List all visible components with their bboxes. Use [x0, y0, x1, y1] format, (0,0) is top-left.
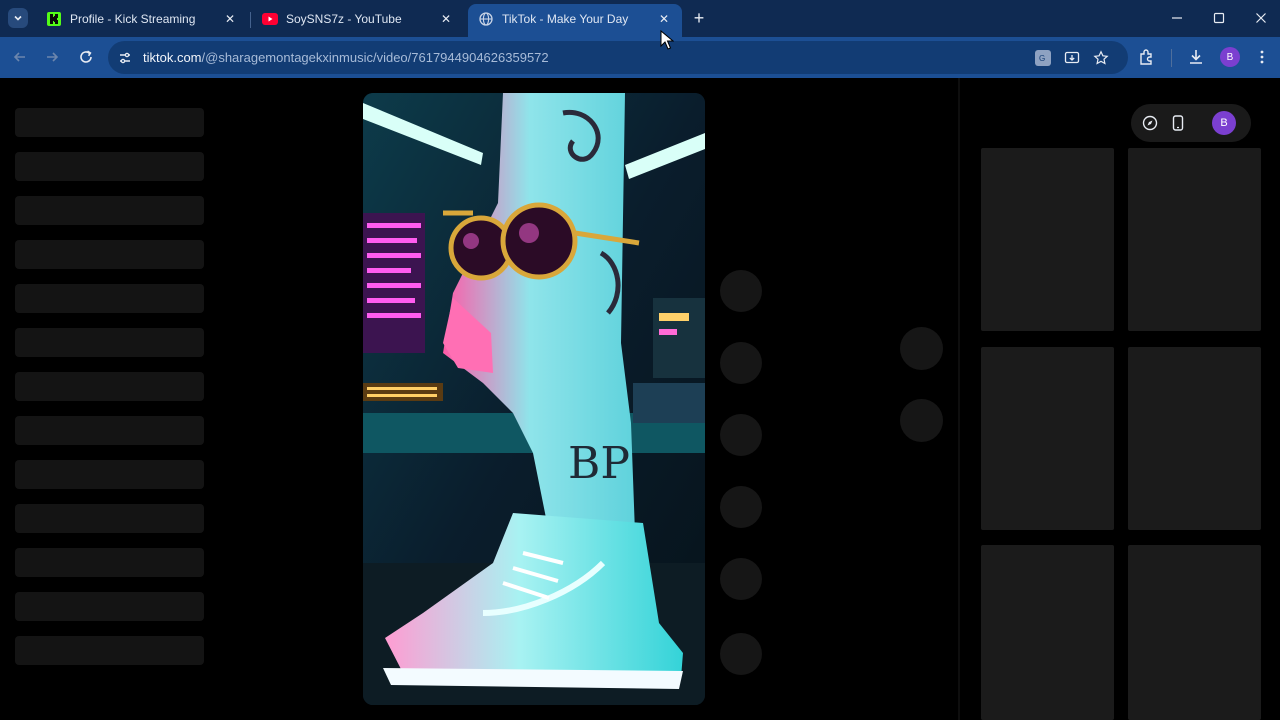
profile-avatar[interactable]: B — [1220, 47, 1240, 67]
url-path: /@sharagemontagekxinmusic/video/76179449… — [201, 50, 549, 65]
arrow-left-icon — [13, 52, 25, 62]
compass-icon[interactable] — [1141, 114, 1159, 132]
kick-icon — [46, 11, 62, 27]
sidebar-skeleton-item — [15, 328, 204, 357]
svg-text:BP: BP — [568, 438, 630, 489]
sidebar-skeleton-item — [15, 460, 204, 489]
action-button-placeholder[interactable] — [720, 558, 762, 600]
tab-strip: Profile - Kick Streaming ✕ SoySNS7z - Yo… — [0, 0, 1280, 37]
sidebar-skeleton-item — [15, 548, 204, 577]
video-thumbnail-placeholder[interactable] — [981, 347, 1114, 530]
video-thumbnail-placeholder[interactable] — [981, 148, 1114, 331]
sidebar-skeleton-item — [15, 152, 204, 181]
site-info-icon[interactable] — [116, 49, 134, 67]
tab-youtube[interactable]: SoySNS7z - YouTube ✕ — [252, 4, 464, 33]
forward-button[interactable] — [40, 45, 64, 69]
back-button[interactable] — [8, 45, 32, 69]
browser-toolbar: tiktok.com/@sharagemontagekxinmusic/vide… — [0, 37, 1280, 78]
action-button-placeholder[interactable] — [720, 414, 762, 456]
sidebar-skeleton-item — [15, 196, 204, 225]
url-domain: tiktok.com — [143, 50, 202, 65]
new-tab-button[interactable]: + — [689, 8, 709, 28]
video-frame-image: BP — [363, 93, 705, 705]
bookmark-star-icon[interactable] — [1091, 48, 1111, 68]
url-text[interactable]: tiktok.com/@sharagemontagekxinmusic/vide… — [143, 50, 549, 65]
download-icon[interactable] — [1186, 47, 1206, 67]
extensions-icon[interactable] — [1137, 47, 1157, 67]
mobile-device-icon[interactable] — [1169, 114, 1187, 132]
close-window-button[interactable] — [1240, 0, 1280, 36]
user-avatar[interactable]: B — [1212, 111, 1236, 135]
tab-title: TikTok - Make Your Day — [502, 11, 629, 26]
nav-arrow-placeholder[interactable] — [900, 327, 943, 370]
toolbar-separator — [1171, 49, 1172, 67]
kebab-menu-icon[interactable] — [1252, 47, 1272, 67]
action-button-placeholder[interactable] — [720, 486, 762, 528]
header-actions-pill: B — [1131, 104, 1251, 142]
sidebar-skeleton-item — [15, 372, 204, 401]
tab-kick[interactable]: Profile - Kick Streaming ✕ — [36, 4, 248, 33]
reload-button[interactable] — [74, 45, 98, 69]
globe-icon — [478, 11, 494, 27]
sidebar-skeleton-item — [15, 416, 204, 445]
sidebar-skeleton-item — [15, 108, 204, 137]
maximize-icon — [1213, 12, 1225, 24]
video-thumbnail-placeholder[interactable] — [1128, 347, 1261, 530]
close-icon[interactable]: ✕ — [438, 11, 454, 27]
close-icon[interactable]: ✕ — [656, 11, 672, 27]
action-button-placeholder[interactable] — [720, 270, 762, 312]
tab-title: Profile - Kick Streaming — [70, 11, 196, 26]
tab-search-button[interactable] — [8, 8, 28, 28]
video-thumbnail-placeholder[interactable] — [981, 545, 1114, 720]
minimize-button[interactable] — [1156, 0, 1198, 36]
minimize-icon — [1172, 17, 1182, 19]
tiktok-page: BP B — [0, 78, 1280, 720]
sidebar-skeleton-item — [15, 240, 204, 269]
youtube-icon — [262, 11, 278, 27]
sidebar-skeleton-item — [15, 284, 204, 313]
maximize-button[interactable] — [1198, 0, 1240, 36]
install-app-icon[interactable] — [1062, 48, 1082, 68]
tab-tiktok[interactable]: TikTok - Make Your Day ✕ — [468, 4, 682, 37]
address-bar[interactable]: tiktok.com/@sharagemontagekxinmusic/vide… — [108, 41, 1128, 74]
close-icon[interactable]: ✕ — [222, 11, 238, 27]
video-thumbnail-placeholder[interactable] — [1128, 148, 1261, 331]
mouse-cursor-icon — [660, 30, 674, 50]
action-button-placeholder[interactable] — [720, 342, 762, 384]
video-player[interactable]: BP — [363, 93, 705, 705]
panel-divider — [958, 78, 960, 720]
tab-title: SoySNS7z - YouTube — [286, 11, 402, 26]
sidebar-skeleton-item — [15, 592, 204, 621]
arrow-right-icon — [47, 52, 59, 62]
action-button-placeholder[interactable] — [720, 633, 762, 675]
chevron-down-icon — [14, 15, 22, 21]
sidebar-skeleton-item — [15, 636, 204, 665]
nav-arrow-placeholder[interactable] — [900, 399, 943, 442]
svg-text:G: G — [1039, 54, 1045, 63]
reload-icon — [80, 50, 92, 63]
translate-icon[interactable]: G — [1033, 48, 1053, 68]
sidebar-skeleton-item — [15, 504, 204, 533]
tab-separator — [250, 12, 251, 28]
video-thumbnail-placeholder[interactable] — [1128, 545, 1261, 720]
close-icon — [1256, 13, 1266, 23]
